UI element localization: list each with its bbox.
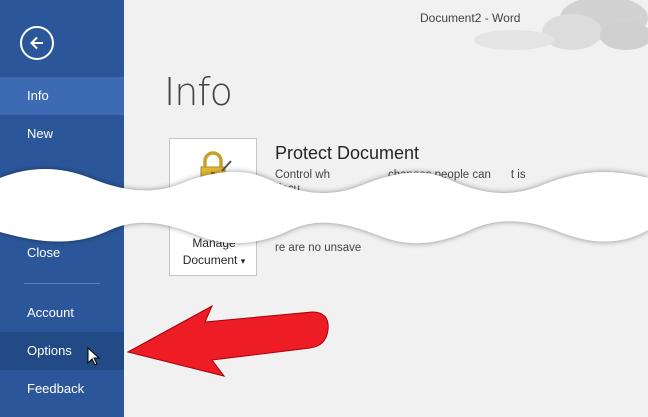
mouse-cursor-icon — [87, 347, 101, 366]
